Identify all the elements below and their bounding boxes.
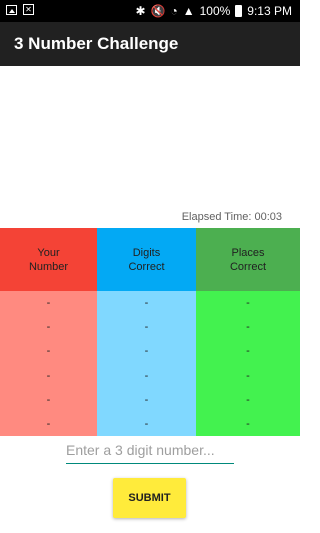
table-cell: -	[144, 321, 149, 334]
table-cell: -	[246, 417, 250, 430]
table-cell: -	[144, 369, 149, 382]
table-cell: -	[246, 297, 250, 310]
table-cell: -	[144, 393, 149, 406]
table-cell: -	[144, 345, 149, 358]
column-header-places-correct: Places Correct	[196, 228, 300, 291]
elapsed-time: Elapsed Time: 00:03	[181, 211, 282, 223]
table-cell: -	[246, 393, 250, 406]
table-cell: -	[46, 393, 51, 406]
table-cell: -	[246, 345, 250, 358]
table-cell: -	[46, 369, 51, 382]
column-digits-correct: Digits Correct - - - - - -	[97, 228, 196, 436]
app-title: 3 Number Challenge	[14, 34, 179, 53]
table-cell: -	[246, 369, 250, 382]
header-line: Digits	[132, 246, 161, 259]
bluetooth-icon: ✱	[135, 4, 146, 18]
table-cell: -	[46, 345, 51, 358]
battery-icon	[235, 5, 243, 17]
table-cell: -	[246, 321, 250, 334]
header-line: Your	[37, 246, 60, 259]
table-cell: -	[46, 321, 51, 334]
mute-icon: 🔇	[150, 4, 166, 18]
column-header-digits-correct: Digits Correct	[97, 228, 196, 291]
battery-level: 100%	[199, 4, 231, 18]
column-body: - - - - - -	[196, 291, 300, 436]
status-bar: ✕ ✱ 🔇 ◔ ▲ 100% 9:13 PM	[0, 0, 300, 22]
header-line: Correct	[229, 260, 267, 273]
header-line: Correct	[128, 260, 165, 273]
number-input[interactable]	[66, 436, 234, 464]
column-body: - - - - - -	[97, 291, 196, 436]
table-cell: -	[46, 297, 51, 310]
results-table: Your Number - - - - - - Digits Correct -…	[0, 228, 300, 436]
column-your-number: Your Number - - - - - -	[0, 228, 97, 436]
column-body: - - - - - -	[0, 291, 97, 436]
signal-icon: ▲	[182, 4, 195, 18]
table-cell: -	[144, 417, 149, 430]
header-line: Places	[231, 246, 265, 259]
image-icon	[6, 4, 17, 15]
x-icon: ✕	[23, 4, 34, 15]
table-cell: -	[46, 417, 51, 430]
column-places-correct: Places Correct - - - - - -	[196, 228, 300, 436]
submit-button[interactable]: SUBMIT	[113, 478, 186, 518]
header-line: Number	[28, 260, 69, 273]
app-bar: 3 Number Challenge	[0, 22, 300, 66]
column-header-your-number: Your Number	[0, 228, 97, 291]
table-cell: -	[144, 297, 149, 310]
clock: 9:13 PM	[247, 4, 292, 18]
wifi-icon: ◔	[170, 4, 178, 18]
